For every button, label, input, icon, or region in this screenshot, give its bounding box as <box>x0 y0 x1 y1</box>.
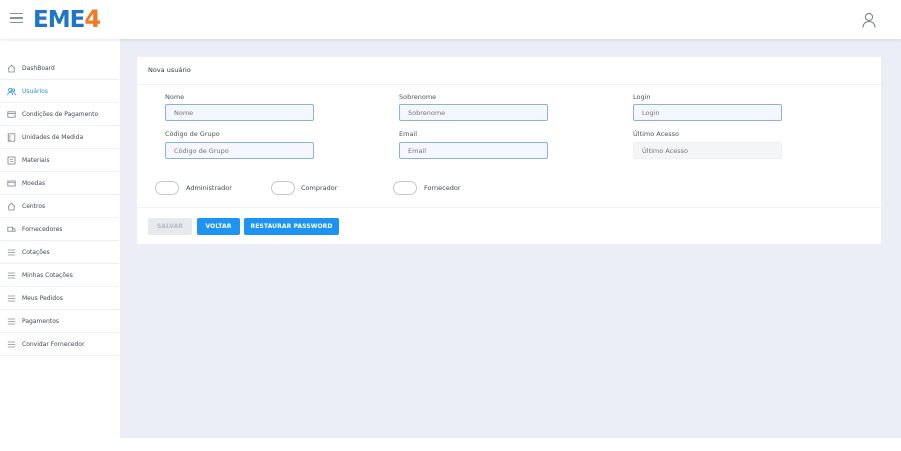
back-button[interactable]: VOLTAR <box>197 218 240 235</box>
list-icon <box>7 248 16 257</box>
sidebar-item-label: Usuários <box>22 87 48 95</box>
sidebar-item-dashboard[interactable]: DashBoard <box>0 57 119 80</box>
fornecedor-toggle[interactable] <box>393 181 417 195</box>
login-label: Login <box>633 93 651 101</box>
sidebar-item-cotacoes[interactable]: Cotações <box>0 241 119 264</box>
box-icon <box>7 156 16 165</box>
comprador-label: Comprador <box>301 184 338 192</box>
sidebar-item-minhas-cotacoes[interactable]: Minhas Cotações <box>0 264 119 287</box>
user-form-card: Nova usuário Nome Sobrenome Login Código… <box>137 57 881 244</box>
logo-accent: 4 <box>84 5 101 33</box>
sidebar-item-label: Materiais <box>22 156 50 164</box>
sidebar-item-pagamentos[interactable]: Pagamentos <box>0 310 119 333</box>
ultimo-acesso-input <box>633 142 782 159</box>
sidebar-item-label: Convidar Fornecedor <box>22 340 85 348</box>
sidebar-item-label: Fornecedores <box>22 225 63 233</box>
codigo-grupo-input[interactable] <box>165 142 314 159</box>
list-icon <box>7 340 16 349</box>
save-button[interactable]: SALVAR <box>148 218 192 235</box>
fornecedor-label: Fornecedor <box>424 184 461 192</box>
home-icon <box>7 202 16 211</box>
sidebar-item-convidar-fornecedor[interactable]: Convidar Fornecedor <box>0 333 119 356</box>
sidebar-item-meus-pedidos[interactable]: Meus Pedidos <box>0 287 119 310</box>
logo-text: EME <box>33 7 85 33</box>
email-label: Email <box>399 130 418 138</box>
sidebar-item-label: Moedas <box>22 179 46 187</box>
sidebar-item-fornecedores[interactable]: Fornecedores <box>0 218 119 241</box>
hamburger-icon[interactable] <box>10 13 24 24</box>
sidebar: DashBoard Usuários Condições de Pagament… <box>0 39 119 451</box>
email-input[interactable] <box>399 142 548 159</box>
list-icon <box>7 294 16 303</box>
comprador-toggle[interactable] <box>271 181 295 195</box>
sidebar-item-materiais[interactable]: Materiais <box>0 149 119 172</box>
sidebar-item-label: Unidades de Medida <box>22 133 84 141</box>
sidebar-item-moedas[interactable]: Moedas <box>0 172 119 195</box>
sidebar-menu: DashBoard Usuários Condições de Pagament… <box>0 57 119 356</box>
reset-password-button[interactable]: RESTAURAR PASSWORD <box>244 218 339 235</box>
money-icon <box>7 179 16 188</box>
administrador-label: Administrador <box>186 184 232 192</box>
sidebar-item-label: Cotações <box>22 248 50 256</box>
divider <box>137 84 881 85</box>
sidebar-item-label: DashBoard <box>22 64 55 72</box>
administrador-toggle[interactable] <box>155 181 179 195</box>
sidebar-item-unidades-medida[interactable]: Unidades de Medida <box>0 126 119 149</box>
login-input[interactable] <box>633 104 782 121</box>
sobrenome-label: Sobrenome <box>399 93 437 101</box>
codigo-grupo-label: Código de Grupo <box>165 130 220 138</box>
list-icon <box>7 317 16 326</box>
truck-icon <box>7 225 16 234</box>
sidebar-item-label: Pagamentos <box>22 317 59 325</box>
sobrenome-input[interactable] <box>399 104 548 121</box>
sidebar-item-label: Minhas Cotações <box>22 271 73 279</box>
home-icon <box>7 64 16 73</box>
card-icon <box>7 110 16 119</box>
nome-input[interactable] <box>165 104 314 121</box>
form-title: Nova usuário <box>148 66 191 74</box>
divider <box>137 207 881 208</box>
app-logo[interactable]: EME4 <box>33 5 101 33</box>
sidebar-item-usuarios[interactable]: Usuários <box>0 80 119 103</box>
top-bar: EME4 <box>0 0 901 39</box>
list-icon <box>7 271 16 280</box>
users-icon <box>7 87 16 96</box>
ruler-icon <box>7 132 16 142</box>
sidebar-item-label: Condições de Pagamento <box>22 110 99 118</box>
ultimo-acesso-label: Último Acesso <box>633 130 679 138</box>
sidebar-item-label: Meus Pedidos <box>22 294 63 302</box>
nome-label: Nome <box>165 93 185 101</box>
footer <box>120 438 901 451</box>
sidebar-item-centros[interactable]: Centros <box>0 195 119 218</box>
sidebar-item-condicoes-pagamento[interactable]: Condições de Pagamento <box>0 103 119 126</box>
sidebar-item-label: Centros <box>22 202 46 210</box>
user-icon[interactable] <box>861 12 877 28</box>
main-content: Nova usuário Nome Sobrenome Login Código… <box>120 39 901 438</box>
